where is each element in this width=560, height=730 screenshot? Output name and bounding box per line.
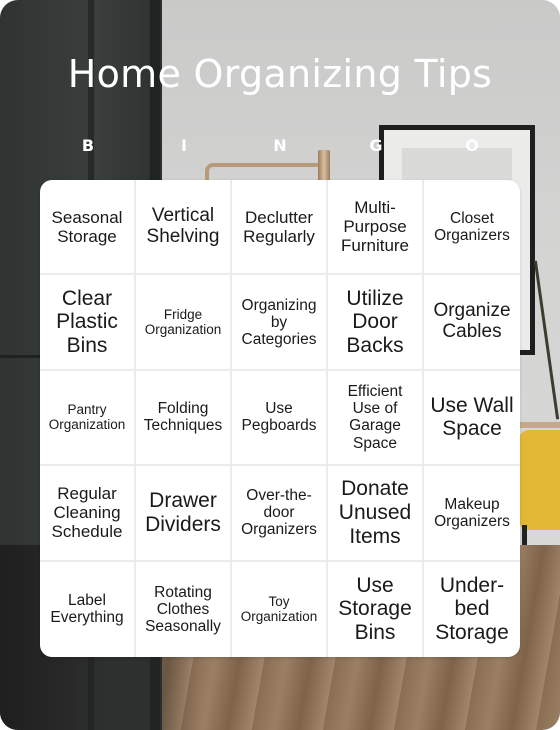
bingo-cell[interactable]: Organize Cables — [424, 275, 520, 371]
bingo-cell[interactable]: Utilize Door Backs — [328, 275, 424, 371]
background-door-rail — [0, 355, 40, 358]
bingo-cell[interactable]: Use Storage Bins — [328, 561, 424, 657]
bingo-board-page: Home Organizing Tips B I N G O Seasonal … — [0, 0, 560, 730]
bingo-letter-g: G — [369, 136, 383, 155]
bingo-letter-i: I — [181, 136, 187, 155]
bingo-cell[interactable]: Pantry Organization — [40, 370, 136, 467]
bingo-cell[interactable]: Use Wall Space — [424, 371, 520, 467]
bingo-cell[interactable]: Rotating Clothes Seasonally — [136, 561, 232, 657]
bingo-cell[interactable]: Over-the-door Organizers — [232, 466, 328, 562]
page-title: Home Organizing Tips — [67, 52, 493, 96]
bingo-cell[interactable]: Toy Organization — [232, 561, 328, 657]
bingo-cell[interactable]: Under-bed Storage — [424, 562, 520, 657]
bingo-card: Seasonal Storage Vertical Shelving Declu… — [40, 180, 520, 657]
bingo-cell[interactable]: Fridge Organization — [136, 275, 232, 371]
bingo-header: B I N G O — [40, 135, 520, 157]
bingo-cell[interactable]: Clear Plastic Bins — [40, 275, 136, 371]
bingo-cell[interactable]: Multi-Purpose Furniture — [328, 180, 424, 276]
bingo-letter-o: O — [465, 136, 479, 155]
bingo-cell[interactable]: Efficient Use of Garage Space — [328, 370, 424, 467]
bingo-cell[interactable]: Use Pegboards — [232, 370, 328, 467]
background-yellow-chair — [519, 430, 560, 530]
bingo-letter-n: N — [273, 136, 287, 155]
bingo-cell[interactable]: Declutter Regularly — [232, 180, 328, 276]
bingo-cell[interactable]: Closet Organizers — [424, 180, 520, 276]
bingo-cell[interactable]: Folding Techniques — [136, 370, 232, 467]
bingo-cell[interactable]: Label Everything — [40, 561, 136, 657]
bingo-cell[interactable]: Vertical Shelving — [136, 180, 232, 276]
background-side-table — [520, 422, 560, 428]
bingo-letter-b: B — [81, 136, 95, 155]
bingo-cell[interactable]: Donate Unused Items — [328, 466, 424, 562]
bingo-cell[interactable]: Makeup Organizers — [424, 466, 520, 562]
bingo-cell[interactable]: Drawer Dividers — [136, 466, 232, 562]
bingo-cell[interactable]: Organizing by Categories — [232, 275, 328, 371]
bingo-cell[interactable]: Regular Cleaning Schedule — [40, 466, 136, 562]
bingo-cell[interactable]: Seasonal Storage — [40, 180, 136, 276]
